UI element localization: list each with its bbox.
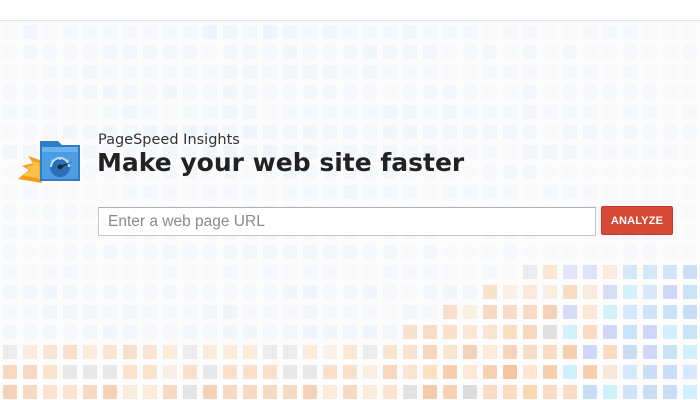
main-content: PageSpeed Insights Make your web site fa…: [0, 0, 700, 400]
page-title: Make your web site faster: [97, 148, 465, 177]
top-bar: [0, 0, 700, 21]
app-name: PageSpeed Insights: [98, 132, 240, 148]
url-input[interactable]: [98, 207, 596, 236]
analyze-button[interactable]: ANALYZE: [601, 206, 673, 235]
pagespeed-logo-icon: [18, 141, 80, 183]
